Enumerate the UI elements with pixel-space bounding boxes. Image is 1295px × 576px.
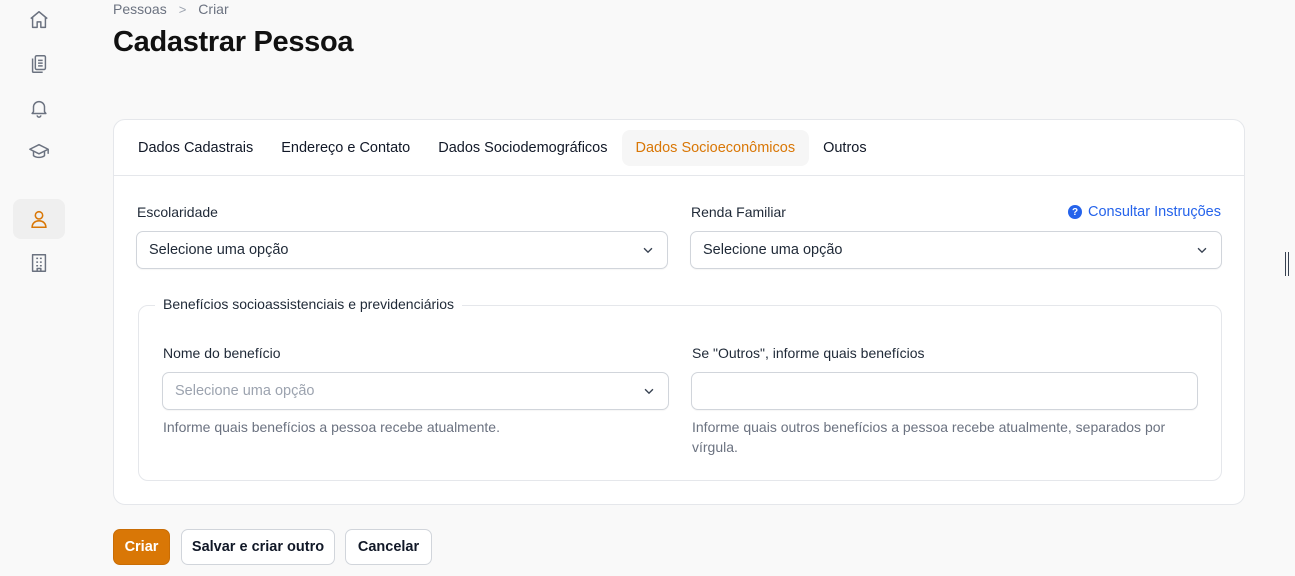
salvar-e-criar-outro-button[interactable]: Salvar e criar outro bbox=[181, 529, 335, 565]
nome-beneficio-help: Informe quais benefícios a pessoa recebe… bbox=[163, 419, 500, 435]
nome-beneficio-label: Nome do benefício bbox=[163, 345, 281, 361]
sidebar-item-clipboard[interactable] bbox=[13, 44, 65, 84]
resize-handle[interactable] bbox=[1285, 252, 1289, 276]
sidebar-item-home[interactable] bbox=[13, 0, 65, 40]
renda-familiar-label: Renda Familiar bbox=[691, 204, 786, 220]
renda-familiar-select-value: Selecione uma opção bbox=[703, 242, 843, 258]
tab-outros[interactable]: Outros bbox=[809, 130, 881, 166]
tab-endereco-contato[interactable]: Endereço e Contato bbox=[267, 130, 424, 166]
sidebar-item-organizations[interactable] bbox=[13, 243, 65, 283]
breadcrumb-item-current: Criar bbox=[198, 1, 229, 17]
bell-icon bbox=[31, 100, 47, 118]
outros-beneficios-help: Informe quais outros benefícios a pessoa… bbox=[692, 419, 1166, 455]
outros-beneficios-label: Se "Outros", informe quais benefícios bbox=[692, 345, 925, 361]
sidebar-item-people[interactable] bbox=[13, 199, 65, 239]
nome-beneficio-placeholder: Selecione uma opção bbox=[175, 383, 315, 399]
breadcrumb: Pessoas > Criar bbox=[113, 1, 229, 17]
beneficios-legend: Benefícios socioassistenciais e previden… bbox=[155, 296, 463, 312]
tab-dados-sociodemograficos[interactable]: Dados Sociodemográficos bbox=[424, 130, 621, 166]
tab-dados-cadastrais[interactable]: Dados Cadastrais bbox=[124, 130, 267, 166]
criar-button[interactable]: Criar bbox=[113, 529, 170, 565]
graduation-cap-icon bbox=[29, 143, 49, 159]
escolaridade-label: Escolaridade bbox=[137, 204, 218, 220]
breadcrumb-item-pessoas[interactable]: Pessoas bbox=[113, 1, 167, 17]
tab-dados-socioeconomicos[interactable]: Dados Socioeconômicos bbox=[621, 130, 810, 166]
building-icon bbox=[31, 254, 47, 272]
consultar-instrucoes-link[interactable]: ? Consultar Instruções bbox=[1068, 204, 1221, 220]
clipboard-icon bbox=[31, 55, 47, 73]
page-title: Cadastrar Pessoa bbox=[113, 26, 354, 58]
home-icon bbox=[30, 11, 48, 29]
cancelar-button[interactable]: Cancelar bbox=[345, 529, 432, 565]
renda-familiar-select[interactable]: Selecione uma opção bbox=[690, 231, 1222, 269]
sidebar bbox=[0, 0, 78, 576]
question-circle-icon: ? bbox=[1068, 205, 1083, 219]
form-card: Dados Cadastrais Endereço e Contato Dado… bbox=[113, 119, 1245, 505]
user-icon bbox=[31, 210, 47, 229]
chevron-down-icon bbox=[644, 388, 654, 395]
nome-beneficio-select[interactable]: Selecione uma opção bbox=[162, 372, 669, 410]
escolaridade-select-value: Selecione uma opção bbox=[149, 242, 289, 258]
tabs-divider bbox=[114, 175, 1244, 176]
sidebar-item-notifications[interactable] bbox=[13, 88, 65, 128]
outros-beneficios-input[interactable] bbox=[691, 372, 1198, 410]
tab-bar: Dados Cadastrais Endereço e Contato Dado… bbox=[124, 130, 881, 166]
consultar-instrucoes-label: Consultar Instruções bbox=[1088, 204, 1221, 220]
escolaridade-select[interactable]: Selecione uma opção bbox=[136, 231, 668, 269]
beneficios-fieldset: Benefícios socioassistenciais e previden… bbox=[138, 296, 1222, 481]
chevron-down-icon bbox=[643, 247, 653, 254]
chevron-down-icon bbox=[1197, 247, 1207, 254]
sidebar-item-education[interactable] bbox=[13, 132, 65, 172]
breadcrumb-separator: > bbox=[178, 1, 187, 17]
